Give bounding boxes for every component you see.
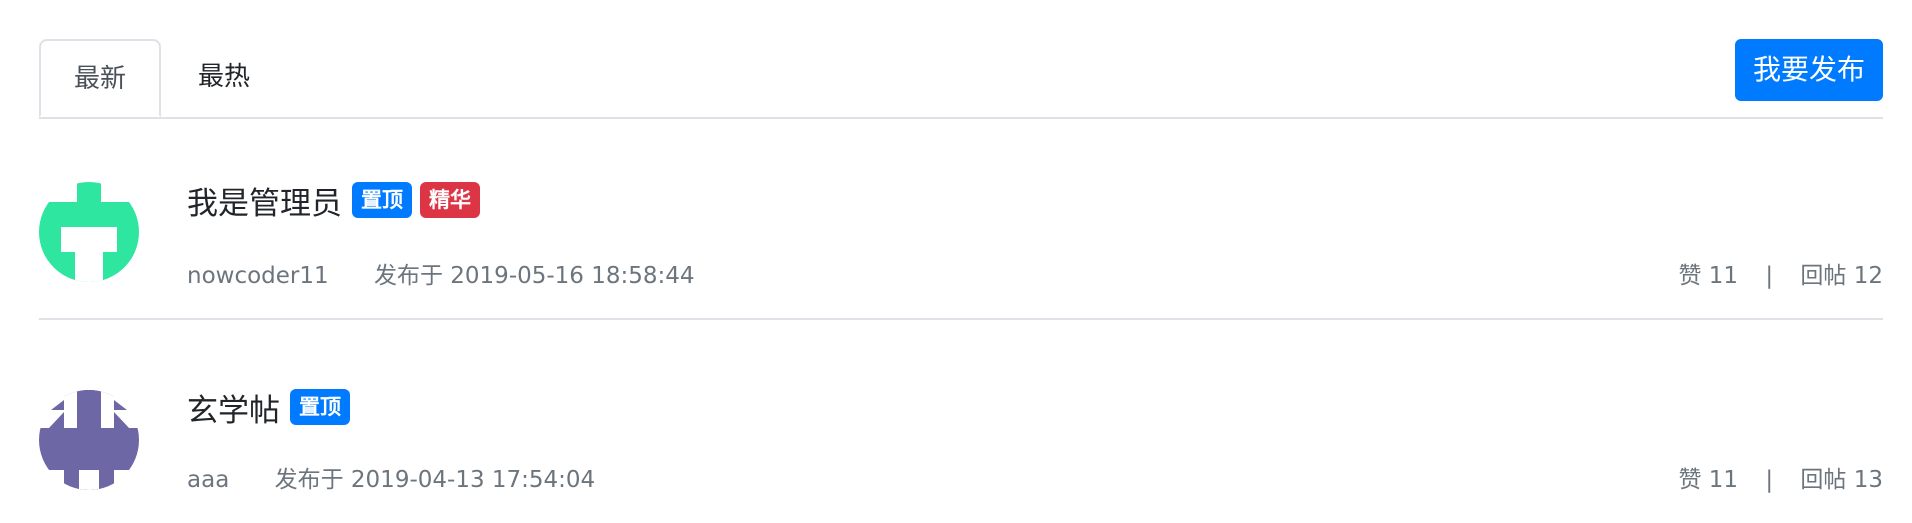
post-title[interactable]: 我是管理员 bbox=[187, 178, 342, 223]
post-date: 发布于 2019-04-13 17:54:04 bbox=[274, 467, 596, 493]
reply-count: 回帖 13 bbox=[1800, 467, 1883, 493]
list-item: 玄学帖 置顶 aaa 发布于 2019-04-13 17:54:04 赞 11 … bbox=[39, 334, 1883, 523]
tab-bar: 最新 最热 bbox=[39, 39, 1883, 119]
list-item: 我是管理员 置顶 精华 nowcoder11 发布于 2019-05-16 18… bbox=[39, 128, 1883, 320]
like-count: 赞 11 bbox=[1678, 467, 1739, 493]
tab-hottest[interactable]: 最热 bbox=[163, 39, 285, 117]
stats-separator: | bbox=[1765, 263, 1774, 289]
post-author[interactable]: nowcoder11 bbox=[187, 263, 329, 289]
post-meta: aaa 发布于 2019-04-13 17:54:04 bbox=[187, 460, 595, 494]
tab-latest[interactable]: 最新 bbox=[39, 39, 161, 117]
post-stats: 赞 11 | 回帖 12 bbox=[1678, 256, 1883, 290]
post-date: 发布于 2019-05-16 18:58:44 bbox=[373, 263, 695, 289]
pinned-badge: 置顶 bbox=[352, 182, 412, 218]
pinned-badge: 置顶 bbox=[290, 389, 350, 425]
post-meta: nowcoder11 发布于 2019-05-16 18:58:44 bbox=[187, 256, 695, 290]
like-count: 赞 11 bbox=[1678, 263, 1739, 289]
post-stats: 赞 11 | 回帖 13 bbox=[1678, 460, 1883, 494]
featured-badge: 精华 bbox=[420, 182, 480, 218]
avatar[interactable] bbox=[39, 182, 139, 282]
post-title-row: 玄学帖 置顶 bbox=[187, 385, 358, 430]
post-author[interactable]: aaa bbox=[187, 467, 229, 493]
stats-separator: | bbox=[1765, 467, 1774, 493]
post-title-row: 我是管理员 置顶 精华 bbox=[187, 178, 488, 223]
publish-button[interactable]: 我要发布 bbox=[1735, 39, 1883, 101]
post-list-page: 最新 最热 我要发布 我是管理员 置顶 精华 nowcoder11 发布于 20… bbox=[0, 0, 1912, 523]
post-title[interactable]: 玄学帖 bbox=[187, 385, 280, 430]
reply-count: 回帖 12 bbox=[1800, 263, 1883, 289]
avatar[interactable] bbox=[39, 390, 139, 490]
